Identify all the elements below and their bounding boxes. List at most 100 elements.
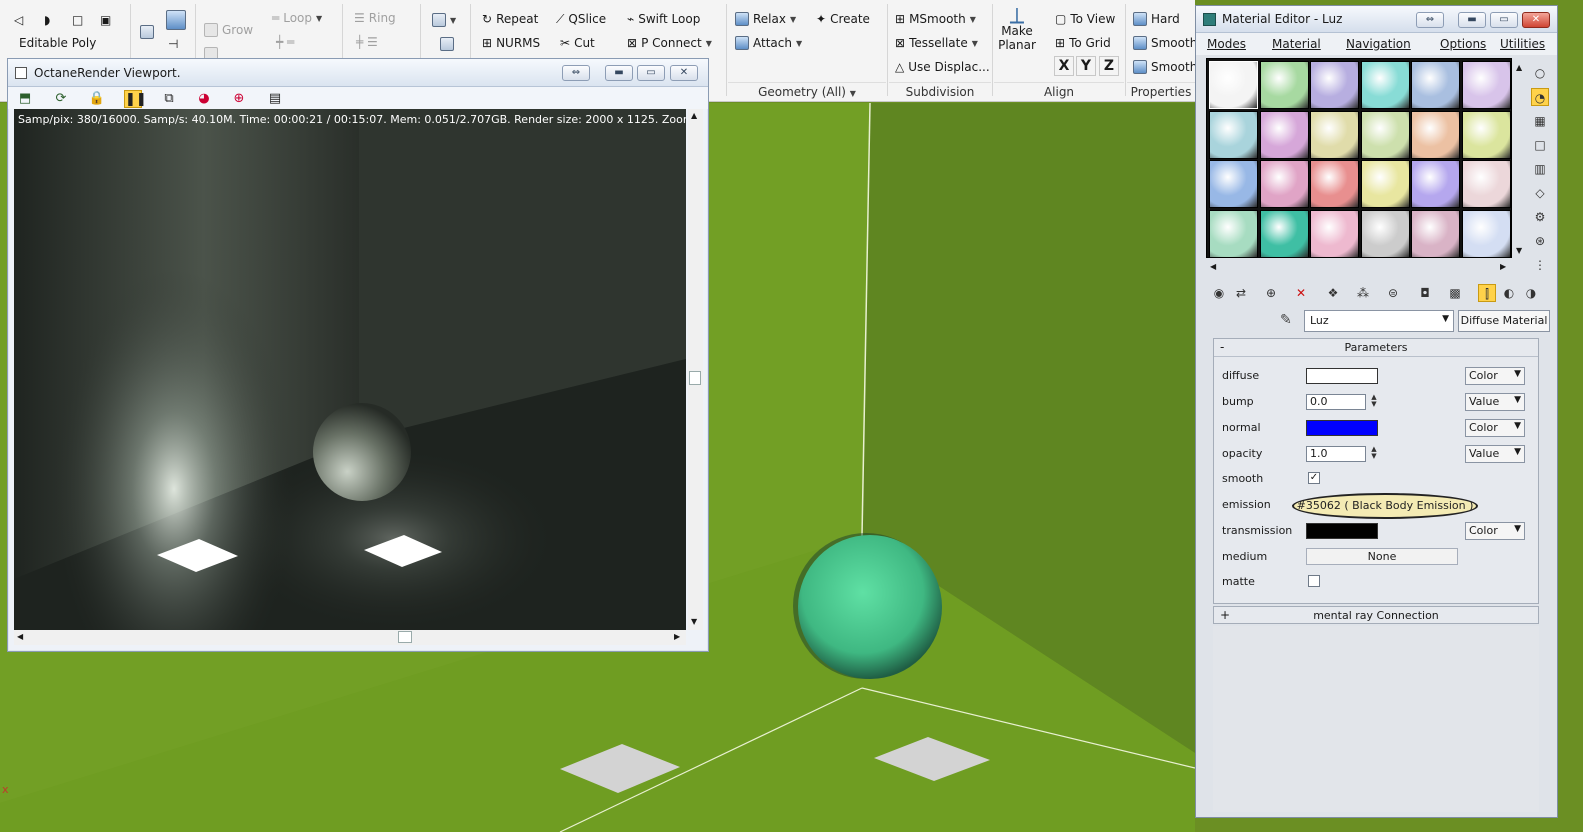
sample-slot[interactable] <box>1209 160 1258 208</box>
sample-slot[interactable] <box>1310 160 1359 208</box>
align-x-button[interactable]: X <box>1054 56 1074 76</box>
sample-slot[interactable] <box>1461 61 1511 109</box>
diffuse-color-swatch[interactable] <box>1306 368 1378 384</box>
ring-shift-icon[interactable]: ╪ ☰ <box>356 32 378 52</box>
opacity-input[interactable]: 1.0 <box>1306 446 1366 462</box>
menu-modes[interactable]: Modes <box>1207 37 1246 51</box>
material-map-navigator-icon[interactable]: ⋮ <box>1531 256 1549 274</box>
menu-navigation[interactable]: Navigation <box>1346 37 1411 51</box>
horizontal-scrollbar[interactable]: ◀ ▶ <box>14 630 686 645</box>
close-icon[interactable]: ✕ <box>670 65 698 81</box>
parameters-rollout-header[interactable]: - Parameters <box>1214 339 1538 357</box>
paint-icon[interactable]: ▼ <box>432 10 456 30</box>
assign-to-selection-icon[interactable]: ⊕ <box>1262 284 1280 302</box>
matte-checkbox[interactable] <box>1308 575 1320 587</box>
region-icon[interactable]: ⧉ <box>160 90 178 108</box>
select-by-icon[interactable] <box>166 10 186 30</box>
maximize-icon[interactable]: ▭ <box>1490 12 1518 28</box>
restart-render-icon[interactable]: ⟳ <box>52 90 70 108</box>
select-arrow-icon[interactable]: ◁ <box>14 10 23 30</box>
make-preview-icon[interactable]: ◇ <box>1531 184 1549 202</box>
sample-slot[interactable] <box>1360 61 1410 109</box>
scroll-up-icon[interactable]: ▲ <box>691 111 697 120</box>
options-icon[interactable]: ⚙ <box>1531 208 1549 226</box>
menu-utilities[interactable]: Utilities <box>1500 37 1545 51</box>
make-unique-icon[interactable]: ⁂ <box>1354 284 1372 302</box>
group-geometry-label[interactable]: Geometry (All) ▼ <box>728 82 886 100</box>
sample-slot[interactable] <box>1209 110 1258 159</box>
settings-icon[interactable]: ▤ <box>266 90 284 108</box>
square-icon[interactable]: □ <box>72 10 83 30</box>
color-picker-icon[interactable]: ◕ <box>195 90 213 108</box>
sample-slot[interactable] <box>1310 209 1359 258</box>
sample-slot[interactable] <box>1259 160 1309 208</box>
material-id-icon[interactable]: ◘ <box>1416 284 1434 302</box>
sample-slot[interactable] <box>1310 61 1359 109</box>
show-in-viewport-icon[interactable]: ▩ <box>1446 284 1464 302</box>
scroll-thumb[interactable] <box>689 371 701 385</box>
edit-icon[interactable] <box>440 34 454 54</box>
smooth30-button[interactable]: Smooth <box>1133 57 1197 77</box>
sample-slot[interactable] <box>1310 110 1359 159</box>
smooth-checkbox[interactable]: ✓ <box>1308 472 1320 484</box>
eyedropper-icon[interactable]: ✎ <box>1280 312 1292 328</box>
cut-button[interactable]: ✂ Cut <box>560 33 595 53</box>
minimize-icon[interactable]: ▬ <box>1458 12 1486 28</box>
reset-map-icon[interactable]: ✕ <box>1292 284 1310 302</box>
copy-material-icon[interactable]: ❖ <box>1324 284 1342 302</box>
sample-slot[interactable] <box>1360 110 1410 159</box>
transmission-type-dropdown[interactable]: Color ▼ <box>1465 522 1525 540</box>
material-editor-title-bar[interactable]: Material Editor - Luz ⇔ ▬ ▭ ✕ <box>1196 6 1557 33</box>
loop-shift-icon[interactable]: ┿ ═ <box>276 32 294 52</box>
sample-slot[interactable] <box>1461 160 1511 208</box>
emission-map-button[interactable]: #35062 ( Black Body Emission ) <box>1292 493 1478 519</box>
smooth-button[interactable]: Smooth <box>1133 33 1197 53</box>
to-grid-button[interactable]: ⊞ To Grid <box>1055 33 1111 53</box>
bump-input[interactable]: 0.0 <box>1306 394 1366 410</box>
close-icon[interactable]: ✕ <box>1522 12 1550 28</box>
align-y-button[interactable]: Y <box>1076 56 1096 76</box>
transmission-color-swatch[interactable] <box>1306 523 1378 539</box>
repeat-button[interactable]: ↻ Repeat <box>482 9 538 29</box>
menu-options[interactable]: Options <box>1440 37 1486 51</box>
material-type-button[interactable]: Diffuse Material <box>1458 310 1550 332</box>
make-planar-button[interactable]: ⟂ Make Planar <box>998 6 1036 74</box>
sample-slot[interactable] <box>1259 110 1309 159</box>
mental-ray-rollout-header[interactable]: + mental ray Connection <box>1213 606 1539 624</box>
get-material-icon[interactable]: ◉ <box>1210 284 1228 302</box>
opacity-type-dropdown[interactable]: Value ▼ <box>1465 445 1525 463</box>
slots-scroll-down-icon[interactable]: ▼ <box>1516 246 1522 255</box>
cube-icon[interactable]: ▣ <box>100 10 111 30</box>
sample-slot[interactable] <box>1259 61 1309 109</box>
attach-button[interactable]: Attach ▼ <box>735 33 802 53</box>
select-by-material-icon[interactable]: ⊛ <box>1531 232 1549 250</box>
to-view-button[interactable]: ▢ To View <box>1055 9 1115 29</box>
slots-scroll-up-icon[interactable]: ▲ <box>1516 63 1522 72</box>
slots-scroll-left-icon[interactable]: ◀ <box>1210 262 1216 271</box>
qslice-button[interactable]: ⟋ QSlice <box>556 9 606 29</box>
sample-slot[interactable] <box>1360 160 1410 208</box>
nurms-button[interactable]: ⊞ NURMS <box>482 33 540 53</box>
scroll-down-icon[interactable]: ▼ <box>691 617 697 626</box>
sample-slot[interactable] <box>1411 110 1460 159</box>
hard-button[interactable]: Hard <box>1133 9 1180 29</box>
opacity-spinner[interactable]: ▲ ▼ <box>1369 446 1379 462</box>
medium-button[interactable]: None <box>1306 548 1458 565</box>
bump-type-dropdown[interactable]: Value ▼ <box>1465 393 1525 411</box>
vertical-scrollbar[interactable]: ▲ ▼ <box>688 109 703 630</box>
sample-slot[interactable] <box>1461 209 1511 258</box>
grow-button[interactable]: Grow <box>204 20 253 40</box>
dock-icon[interactable]: ⇔ <box>562 65 590 81</box>
sample-slot[interactable] <box>1259 209 1309 258</box>
material-editor-window[interactable]: Material Editor - Luz ⇔ ▬ ▭ ✕ Modes Mate… <box>1195 5 1558 818</box>
green-sphere[interactable] <box>798 535 942 679</box>
menu-material[interactable]: Material <box>1272 37 1321 51</box>
align-z-button[interactable]: Z <box>1099 56 1119 76</box>
bump-spinner[interactable]: ▲ ▼ <box>1369 394 1379 410</box>
put-to-library-icon[interactable]: ⊜ <box>1384 284 1402 302</box>
scroll-right-icon[interactable]: ▶ <box>674 632 680 641</box>
background-icon[interactable]: ▦ <box>1531 112 1549 130</box>
focus-picker-icon[interactable]: ⊕ <box>230 90 248 108</box>
uv-tiling-icon[interactable]: □ <box>1531 136 1549 154</box>
sample-slot[interactable] <box>1411 209 1460 258</box>
